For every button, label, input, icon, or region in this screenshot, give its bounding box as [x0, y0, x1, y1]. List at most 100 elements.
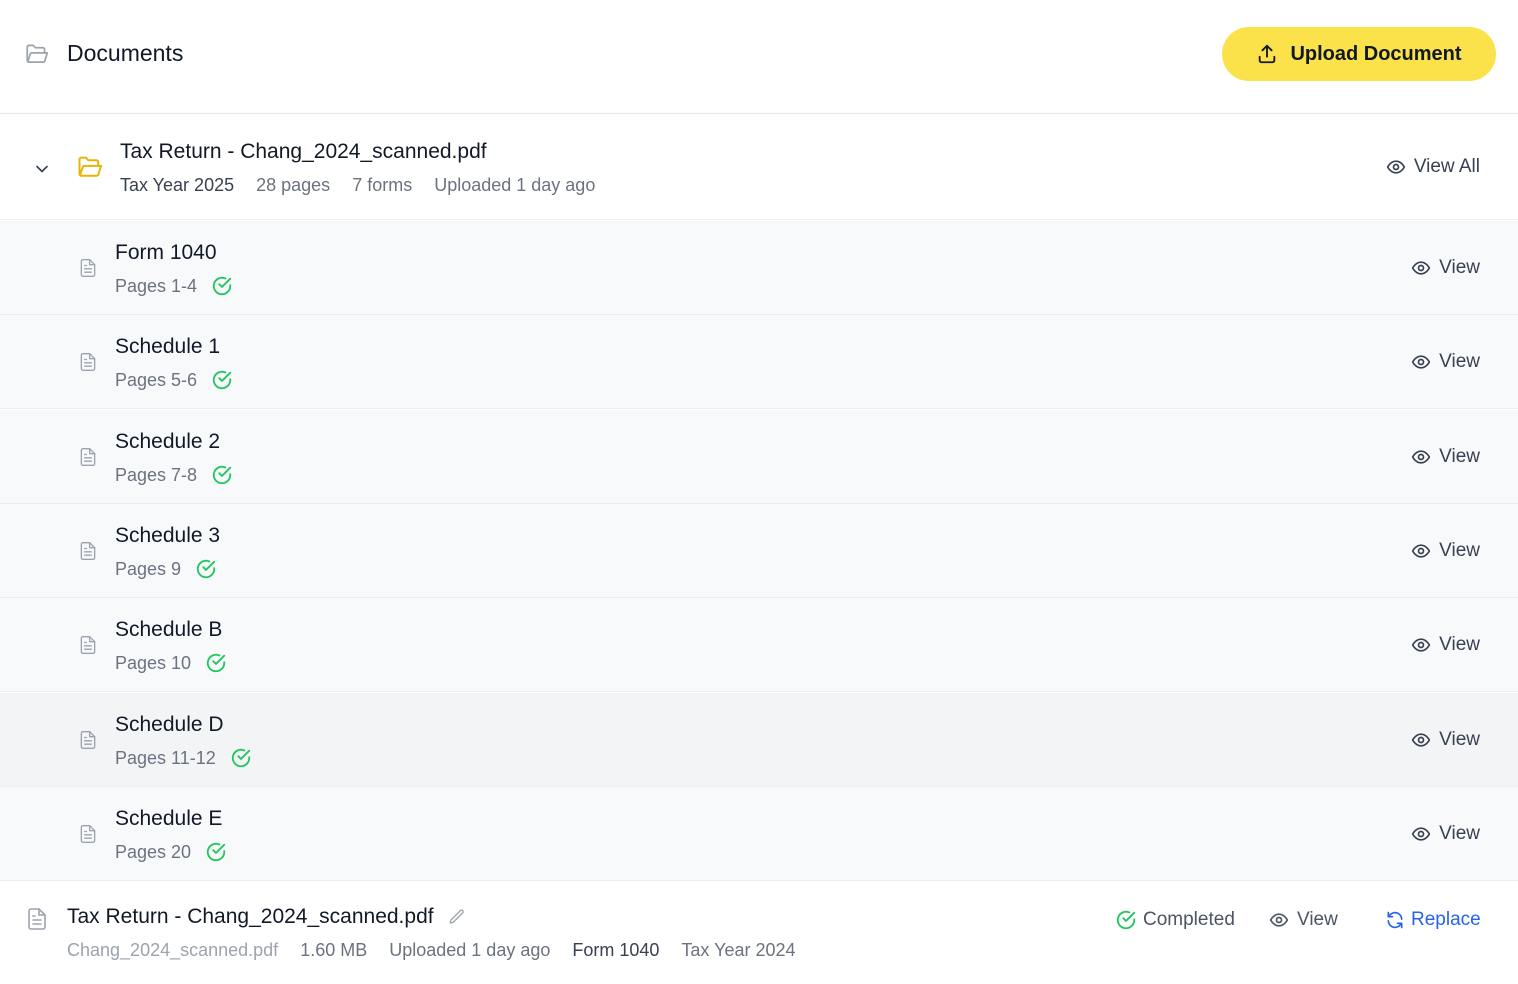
- form-pages: Pages 9: [115, 558, 217, 580]
- form-pages: Pages 20: [115, 841, 227, 863]
- form-name: Schedule 2: [115, 430, 221, 453]
- file-form: Form 1040: [572, 940, 660, 960]
- file-tax-year: Tax Year 2024: [681, 940, 796, 960]
- eye-icon: [1411, 450, 1431, 464]
- form-view-label: View: [1439, 823, 1480, 844]
- file-title-wrap: Tax Return - Chang_2024_scanned.pdf: [67, 905, 466, 929]
- check-circle-icon: [1116, 910, 1136, 930]
- group-uploaded: Uploaded 1 day ago: [434, 175, 596, 195]
- form-row[interactable]: Schedule E Pages 20 View: [0, 787, 1518, 881]
- page-title: Documents: [67, 40, 184, 66]
- form-row[interactable]: Schedule B Pages 10 View: [0, 598, 1518, 692]
- group-title: Tax Return - Chang_2024_scanned.pdf: [120, 140, 487, 163]
- form-view-label: View: [1439, 351, 1480, 372]
- eye-icon: [1411, 827, 1431, 841]
- form-name: Schedule 1: [115, 335, 221, 358]
- refresh-icon: [1387, 911, 1403, 929]
- form-view-button[interactable]: View: [1411, 729, 1480, 751]
- file-size: 1.60 MB: [300, 940, 368, 960]
- form-pages: Pages 1-4: [115, 275, 233, 297]
- form-row[interactable]: Schedule 2 Pages 7-8 View: [0, 410, 1518, 504]
- form-pages-label: Pages 10: [115, 652, 192, 673]
- form-pages-label: Pages 5-6: [115, 369, 198, 390]
- page-header: Documents Upload Document: [0, 0, 1518, 114]
- form-pages-label: Pages 9: [115, 558, 182, 579]
- check-circle-icon: [212, 370, 232, 390]
- chevron-down-icon: [36, 165, 48, 173]
- document-icon: [28, 908, 46, 930]
- check-circle-icon: [212, 276, 232, 296]
- eye-icon: [1411, 355, 1431, 369]
- form-pages: Pages 7-8: [115, 464, 233, 486]
- eye-icon: [1411, 544, 1431, 558]
- form-row[interactable]: Schedule 3 Pages 9 View: [0, 504, 1518, 598]
- form-pages-label: Pages 20: [115, 841, 192, 862]
- document-group[interactable]: Tax Return - Chang_2024_scanned.pdf Tax …: [0, 114, 1518, 220]
- eye-icon: [1386, 160, 1405, 174]
- form-view-label: View: [1439, 446, 1480, 467]
- file-meta: Chang_2024_scanned.pdf 1.60 MB Uploaded …: [67, 940, 796, 961]
- form-view-label: View: [1439, 257, 1480, 278]
- form-pages-label: Pages 7-8: [115, 464, 198, 485]
- eye-icon: [1411, 261, 1431, 275]
- form-view-button[interactable]: View: [1411, 257, 1480, 279]
- file-filename: Chang_2024_scanned.pdf: [67, 940, 279, 960]
- check-circle-icon: [231, 748, 250, 768]
- form-row[interactable]: Schedule 1 Pages 5-6 View: [0, 315, 1518, 409]
- form-pages-label: Pages 1-4: [115, 275, 198, 296]
- form-name: Schedule B: [115, 618, 223, 641]
- form-name: Form 1040: [115, 241, 217, 264]
- form-row[interactable]: Form 1040 Pages 1-4 View: [0, 221, 1518, 315]
- form-view-button[interactable]: View: [1411, 446, 1480, 468]
- folder-open-icon: [26, 44, 49, 63]
- file-view-label: View: [1297, 909, 1338, 930]
- check-circle-icon: [206, 653, 226, 673]
- form-view-label: View: [1439, 634, 1480, 655]
- eye-icon: [1269, 913, 1289, 927]
- eye-icon: [1411, 733, 1431, 747]
- upload-document-label: Upload Document: [1290, 42, 1462, 65]
- document-icon: [80, 731, 96, 749]
- form-pages-label: Pages 11-12: [115, 747, 216, 768]
- replace-button[interactable]: Replace: [1385, 909, 1481, 931]
- form-pages: Pages 10: [115, 652, 227, 674]
- form-name: Schedule D: [115, 713, 224, 736]
- upload-icon: [1259, 44, 1276, 64]
- document-icon: [80, 259, 96, 277]
- file-title: Tax Return - Chang_2024_scanned.pdf: [67, 905, 434, 928]
- group-meta: Tax Year 2025 28 pages 7 forms Uploaded …: [120, 175, 595, 196]
- document-icon: [80, 636, 96, 654]
- collapse-toggle[interactable]: [28, 155, 56, 183]
- document-icon: [80, 825, 96, 843]
- view-all-label: View All: [1413, 156, 1480, 177]
- form-name: Schedule E: [115, 807, 223, 830]
- file-row[interactable]: Tax Return - Chang_2024_scanned.pdf Chan…: [0, 881, 1518, 984]
- document-icon: [80, 542, 96, 560]
- document-icon: [80, 353, 96, 371]
- replace-label: Replace: [1411, 909, 1481, 930]
- file-view-button[interactable]: View: [1269, 909, 1338, 931]
- check-circle-icon: [196, 559, 216, 579]
- group-page-count: 28 pages: [256, 175, 331, 195]
- document-icon: [80, 448, 96, 466]
- check-circle-icon: [212, 465, 232, 485]
- check-circle-icon: [206, 842, 226, 862]
- view-all-button[interactable]: View All: [1386, 156, 1480, 178]
- form-view-button[interactable]: View: [1411, 351, 1480, 373]
- pencil-icon[interactable]: [448, 908, 466, 926]
- group-form-count: 7 forms: [352, 175, 413, 195]
- eye-icon: [1411, 638, 1431, 652]
- form-name: Schedule 3: [115, 524, 221, 547]
- status-badge: Completed: [1115, 909, 1235, 931]
- form-view-button[interactable]: View: [1411, 540, 1480, 562]
- status-label: Completed: [1143, 909, 1235, 930]
- form-view-button[interactable]: View: [1411, 823, 1480, 845]
- form-row[interactable]: Schedule D Pages 11-12 View: [0, 693, 1518, 787]
- folder-open-icon: [78, 156, 103, 177]
- upload-document-button[interactable]: Upload Document: [1222, 27, 1496, 81]
- file-uploaded: Uploaded 1 day ago: [389, 940, 551, 960]
- form-view-label: View: [1439, 729, 1480, 750]
- form-view-button[interactable]: View: [1411, 634, 1480, 656]
- form-pages: Pages 5-6: [115, 369, 233, 391]
- form-pages: Pages 11-12: [115, 747, 252, 769]
